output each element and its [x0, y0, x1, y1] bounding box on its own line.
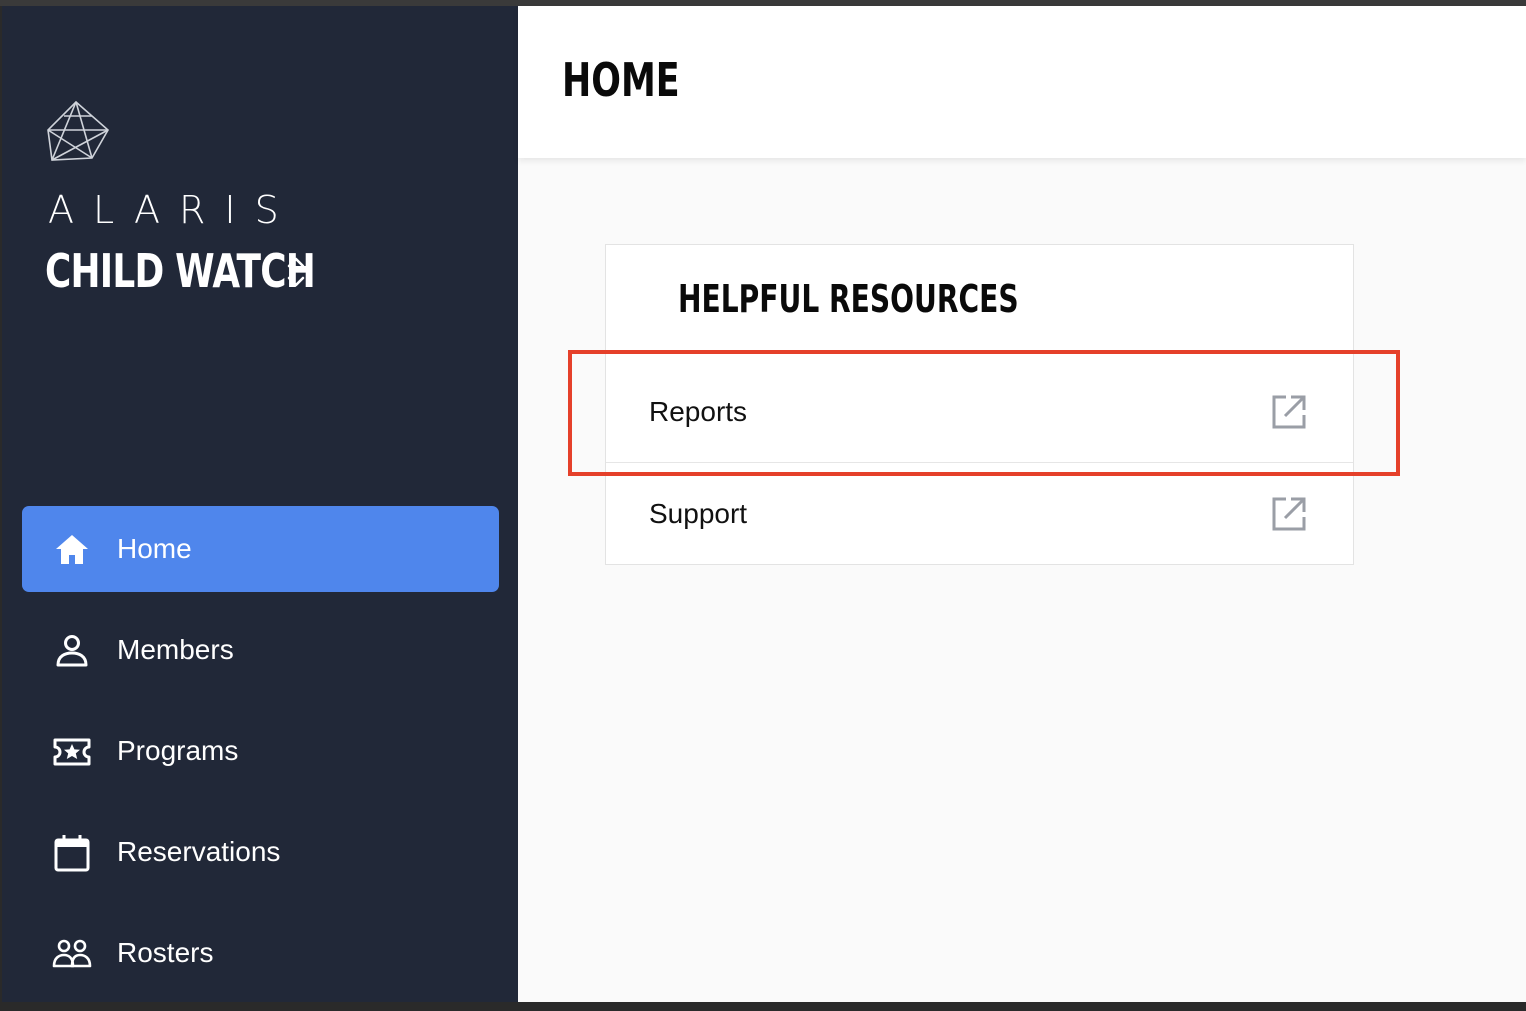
sidebar-item-label: Reservations — [117, 836, 281, 867]
chevron-up-down-icon[interactable] — [284, 250, 308, 294]
main-content: HOME HELPFUL RESOURCES Reports Support — [518, 6, 1526, 1002]
external-link-icon[interactable] — [1270, 393, 1308, 431]
resource-label: Support — [649, 498, 748, 529]
sidebar-nav: Home Members Programs Reservations Roste… — [22, 506, 499, 1011]
sidebar-item-label: Members — [117, 634, 234, 665]
sidebar-item-label: Home — [117, 533, 192, 564]
app-window: ALARIS CHILD WATCH Home Members Programs… — [0, 0, 1526, 1002]
resource-link-reports[interactable]: Reports — [606, 361, 1353, 463]
alaris-geometric-logo-icon — [47, 100, 110, 161]
sidebar-item-label: Rosters — [117, 937, 214, 968]
users-icon — [52, 939, 92, 968]
brand-wordmark: ALARIS — [48, 188, 298, 232]
sidebar: ALARIS CHILD WATCH Home Members Programs… — [2, 6, 518, 1002]
app-title: CHILD WATCH — [45, 244, 316, 298]
sidebar-item-members[interactable]: Members — [22, 607, 499, 693]
page-title: HOME — [562, 53, 680, 107]
resource-link-support[interactable]: Support — [606, 463, 1353, 565]
user-icon — [56, 635, 88, 667]
sidebar-item-home[interactable]: Home — [22, 506, 499, 592]
sidebar-item-reservations[interactable]: Reservations — [22, 809, 499, 895]
card-title: HELPFUL RESOURCES — [678, 277, 1019, 321]
sidebar-item-label: Programs — [117, 735, 239, 766]
external-link-icon[interactable] — [1270, 495, 1308, 533]
calendar-icon — [54, 835, 90, 872]
sidebar-item-programs[interactable]: Programs — [22, 708, 499, 794]
page-header: HOME — [518, 6, 1526, 158]
sidebar-item-rosters[interactable]: Rosters — [22, 910, 499, 996]
helpful-resources-card: HELPFUL RESOURCES Reports Support — [605, 244, 1354, 565]
resource-label: Reports — [649, 396, 748, 427]
ticket-star-icon — [53, 738, 91, 766]
home-icon — [56, 535, 88, 564]
